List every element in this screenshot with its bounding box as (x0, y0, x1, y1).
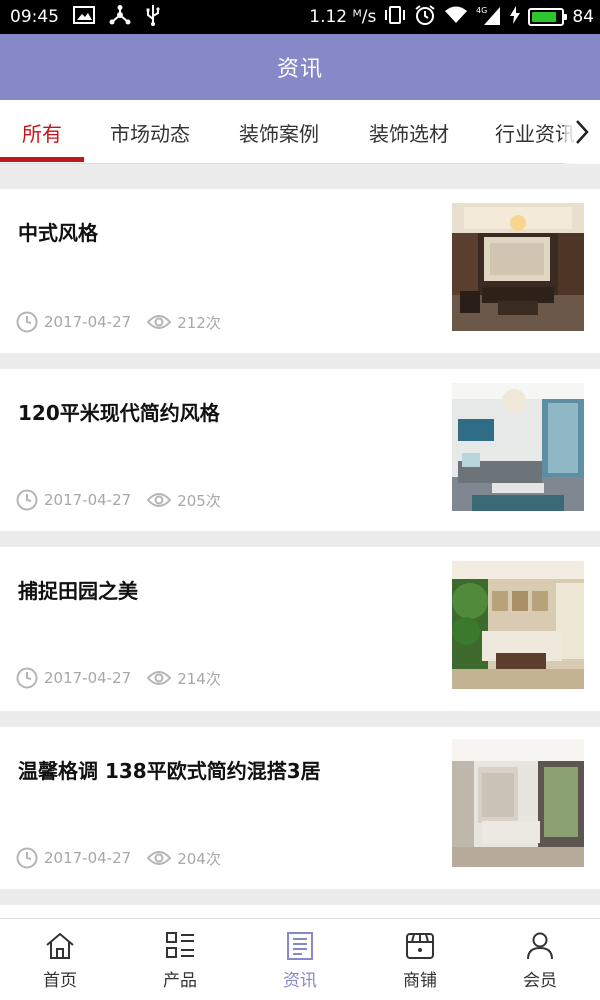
news-item[interactable]: 120平米现代简约风格 2017-04-27 205次 (0, 369, 600, 531)
news-meta: 2017-04-27 204次 (16, 847, 221, 869)
wifi-icon (444, 5, 468, 29)
news-meta: 2017-04-27 212次 (16, 311, 221, 333)
news-item[interactable]: 中式风格 2017-04-27 212次 (0, 189, 600, 353)
news-title: 捕捉田园之美 (18, 579, 138, 603)
tab-all[interactable]: 所有 (0, 100, 84, 163)
nav-home[interactable]: 首页 (0, 919, 120, 1000)
news-thumbnail (452, 561, 584, 689)
news-item[interactable]: 捕捉田园之美 2017-04-27 214次 (0, 547, 600, 711)
news-item[interactable]: 温馨格调 138平欧式简约混搭3居 2017-04-27 204次 (0, 727, 600, 889)
nav-label: 资讯 (283, 970, 317, 991)
share-icon (109, 5, 131, 29)
news-title: 120平米现代简约风格 (18, 401, 220, 425)
news-thumbnail (452, 383, 584, 511)
news-meta: 2017-04-27 205次 (16, 489, 221, 511)
vibrate-icon (384, 5, 406, 29)
grid-list-icon (166, 931, 194, 958)
bottom-nav: 首页 产品 资讯 商铺 会员 (0, 918, 600, 1000)
charging-icon (510, 6, 521, 28)
news-date: 2017-04-27 (44, 491, 132, 509)
battery-percent: 84 (572, 7, 594, 27)
eye-icon (147, 851, 172, 865)
clock-icon (16, 847, 38, 869)
nav-label: 商铺 (403, 970, 437, 991)
usb-icon (145, 4, 161, 30)
nav-label: 首页 (43, 970, 77, 991)
clock-icon (16, 667, 38, 689)
nav-products[interactable]: 产品 (120, 919, 240, 1000)
news-icon (287, 931, 313, 960)
store-icon (406, 932, 434, 959)
news-thumbnail (452, 739, 584, 867)
nav-label: 产品 (163, 970, 197, 991)
clock-icon (16, 489, 38, 511)
page-title: 资讯 (276, 57, 323, 82)
clock-icon (16, 311, 38, 333)
news-meta: 2017-04-27 214次 (16, 667, 221, 689)
tab-decoration-cases[interactable]: 装饰案例 (229, 100, 329, 163)
news-views: 214次 (177, 669, 221, 688)
active-tab-indicator (0, 157, 84, 162)
eye-icon (147, 315, 172, 329)
category-tabs: 所有 市场动态 装饰案例 装饰选材 行业资讯 (0, 100, 600, 164)
alarm-icon (414, 4, 436, 30)
news-thumbnail (452, 203, 584, 331)
news-title: 温馨格调 138平欧式简约混搭3居 (18, 759, 321, 783)
network-speed: 1.12 ᴹ/s (309, 7, 377, 27)
user-icon (527, 932, 553, 959)
news-views: 212次 (177, 313, 221, 332)
tab-market-news[interactable]: 市场动态 (100, 100, 200, 163)
nav-member[interactable]: 会员 (480, 919, 600, 1000)
news-views: 204次 (177, 849, 221, 868)
news-views: 205次 (177, 491, 221, 510)
eye-icon (147, 671, 172, 685)
home-icon (46, 932, 74, 959)
tab-decoration-materials[interactable]: 装饰选材 (359, 100, 459, 163)
nav-store[interactable]: 商铺 (360, 919, 480, 1000)
news-date: 2017-04-27 (44, 669, 132, 687)
news-title: 中式风格 (18, 221, 98, 245)
status-bar: 09:45 1.12 ᴹ/s 4G 84 (0, 0, 600, 34)
network-type: 4G (476, 6, 487, 15)
screenshot-icon (73, 6, 95, 28)
news-date: 2017-04-27 (44, 849, 132, 867)
nav-label: 会员 (523, 970, 557, 991)
eye-icon (147, 493, 172, 507)
news-date: 2017-04-27 (44, 313, 132, 331)
tabs-scroll-right-button[interactable] (564, 100, 600, 164)
status-time: 09:45 (10, 7, 59, 27)
battery-icon (528, 8, 568, 26)
nav-news[interactable]: 资讯 (240, 919, 360, 1000)
signal-icon: 4G (476, 5, 502, 29)
page-header: 资讯 (0, 34, 600, 100)
chevron-right-icon (576, 120, 589, 144)
